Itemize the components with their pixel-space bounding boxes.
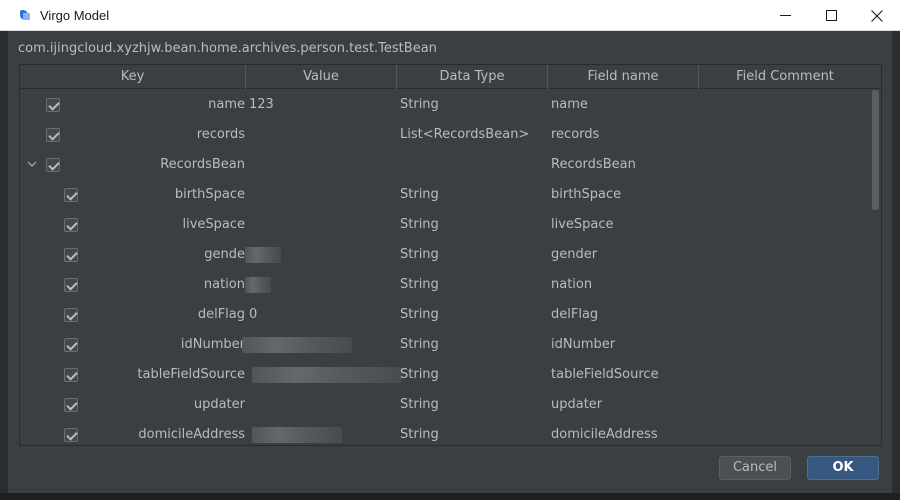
ok-button[interactable]: OK xyxy=(807,456,879,480)
close-button[interactable] xyxy=(854,0,900,31)
maximize-icon xyxy=(825,10,837,21)
data-type-cell[interactable]: String xyxy=(400,420,439,445)
field-name-cell[interactable]: updater xyxy=(551,390,602,420)
field-name-cell[interactable]: gender xyxy=(551,240,597,270)
data-type-cell[interactable]: List<RecordsBean> xyxy=(400,120,529,150)
key-cell: tableFieldSource xyxy=(137,367,245,382)
redacted-value xyxy=(252,367,402,383)
scrollbar-thumb[interactable] xyxy=(872,90,879,210)
cancel-button[interactable]: Cancel xyxy=(719,456,791,480)
row-checkbox[interactable] xyxy=(64,278,78,292)
row-checkbox[interactable] xyxy=(64,428,78,442)
row-checkbox[interactable] xyxy=(64,248,78,262)
key-cell: delFlag xyxy=(197,307,245,322)
virgo-app-icon xyxy=(19,9,31,21)
data-type-cell[interactable]: String xyxy=(400,330,439,360)
title-bar: Virgo Model xyxy=(0,0,900,31)
row-checkbox[interactable] xyxy=(64,368,78,382)
background-strip xyxy=(0,493,900,500)
key-cell: domicileAddress xyxy=(138,427,245,442)
virgo-model-dialog: com.ijingcloud.xyzhjw.bean.home.archives… xyxy=(8,31,892,493)
maximize-button[interactable] xyxy=(808,0,854,31)
fields-table: Key Value Data Type Field name Field Com… xyxy=(19,64,882,446)
data-type-cell[interactable]: String xyxy=(400,360,439,390)
minimize-icon xyxy=(779,15,791,16)
field-name-cell[interactable]: tableFieldSource xyxy=(551,360,659,390)
key-cell: idNumber xyxy=(180,337,245,352)
field-name-cell[interactable]: birthSpace xyxy=(551,180,621,210)
key-cell: updater xyxy=(193,397,245,412)
field-name-cell[interactable]: liveSpace xyxy=(551,210,614,240)
key-cell: name xyxy=(208,97,245,112)
row-checkbox[interactable] xyxy=(46,128,60,142)
window-title: Virgo Model xyxy=(40,7,110,23)
table-row[interactable]: tableFieldSource String tableFieldSource xyxy=(20,360,871,390)
column-header-key[interactable]: Key xyxy=(20,65,246,89)
redacted-value xyxy=(245,277,271,293)
column-header-value[interactable]: Value xyxy=(246,65,397,89)
table-row[interactable]: idNumber String idNumber xyxy=(20,330,871,360)
field-name-cell[interactable]: records xyxy=(551,120,599,150)
table-row[interactable]: liveSpace String liveSpace xyxy=(20,210,871,240)
table-row[interactable]: RecordsBean RecordsBean xyxy=(20,150,871,180)
field-name-cell[interactable]: domicileAddress xyxy=(551,420,658,445)
data-type-cell[interactable]: String xyxy=(400,270,439,300)
window-controls xyxy=(762,0,900,31)
table-row[interactable]: records List<RecordsBean> records xyxy=(20,120,871,150)
redacted-value xyxy=(242,337,352,353)
column-header-field-comment[interactable]: Field Comment xyxy=(699,65,871,89)
value-cell[interactable]: 0 xyxy=(249,300,257,330)
row-checkbox[interactable] xyxy=(64,218,78,232)
row-checkbox[interactable] xyxy=(46,98,60,112)
key-cell: birthSpace xyxy=(174,187,245,202)
key-cell: gende xyxy=(204,247,245,262)
column-header-field-name[interactable]: Field name xyxy=(548,65,699,89)
value-cell[interactable]: 123 xyxy=(249,90,274,120)
field-name-cell[interactable]: idNumber xyxy=(551,330,615,360)
table-header: Key Value Data Type Field name Field Com… xyxy=(20,65,881,89)
vertical-scrollbar[interactable] xyxy=(871,90,880,445)
key-cell: records xyxy=(196,127,245,142)
key-cell: liveSpace xyxy=(182,217,245,232)
chevron-down-icon[interactable] xyxy=(27,161,37,168)
row-checkbox[interactable] xyxy=(46,158,60,172)
data-type-cell[interactable]: String xyxy=(400,180,439,210)
field-name-cell[interactable]: name xyxy=(551,90,588,120)
field-name-cell[interactable]: RecordsBean xyxy=(551,150,636,180)
data-type-cell[interactable]: String xyxy=(400,300,439,330)
close-icon xyxy=(871,9,883,22)
data-type-cell[interactable]: String xyxy=(400,390,439,420)
data-type-cell[interactable]: String xyxy=(400,240,439,270)
row-checkbox[interactable] xyxy=(64,188,78,202)
table-row[interactable]: nation String nation xyxy=(20,270,871,300)
field-name-cell[interactable]: nation xyxy=(551,270,592,300)
row-checkbox[interactable] xyxy=(64,398,78,412)
class-path-label: com.ijingcloud.xyzhjw.bean.home.archives… xyxy=(18,41,437,56)
redacted-value xyxy=(252,427,342,443)
table-row[interactable]: birthSpace String birthSpace xyxy=(20,180,871,210)
data-type-cell[interactable]: String xyxy=(400,210,439,240)
field-name-cell[interactable]: delFlag xyxy=(551,300,598,330)
table-body: name 123 String name records List<RecordsBean… xyxy=(20,90,871,445)
table-row[interactable]: delFlag 0 String delFlag xyxy=(20,300,871,330)
minimize-button[interactable] xyxy=(762,0,808,31)
table-row[interactable]: updater String updater xyxy=(20,390,871,420)
redacted-value xyxy=(245,247,281,263)
column-header-data-type[interactable]: Data Type xyxy=(397,65,548,89)
key-cell: nation xyxy=(203,277,245,292)
row-checkbox[interactable] xyxy=(64,338,78,352)
table-row[interactable]: name 123 String name xyxy=(20,90,871,120)
row-checkbox[interactable] xyxy=(64,308,78,322)
data-type-cell[interactable]: String xyxy=(400,90,439,120)
key-cell: RecordsBean xyxy=(160,157,245,172)
table-row[interactable]: domicileAddress String domicileAddress xyxy=(20,420,871,445)
table-row[interactable]: gende String gender xyxy=(20,240,871,270)
